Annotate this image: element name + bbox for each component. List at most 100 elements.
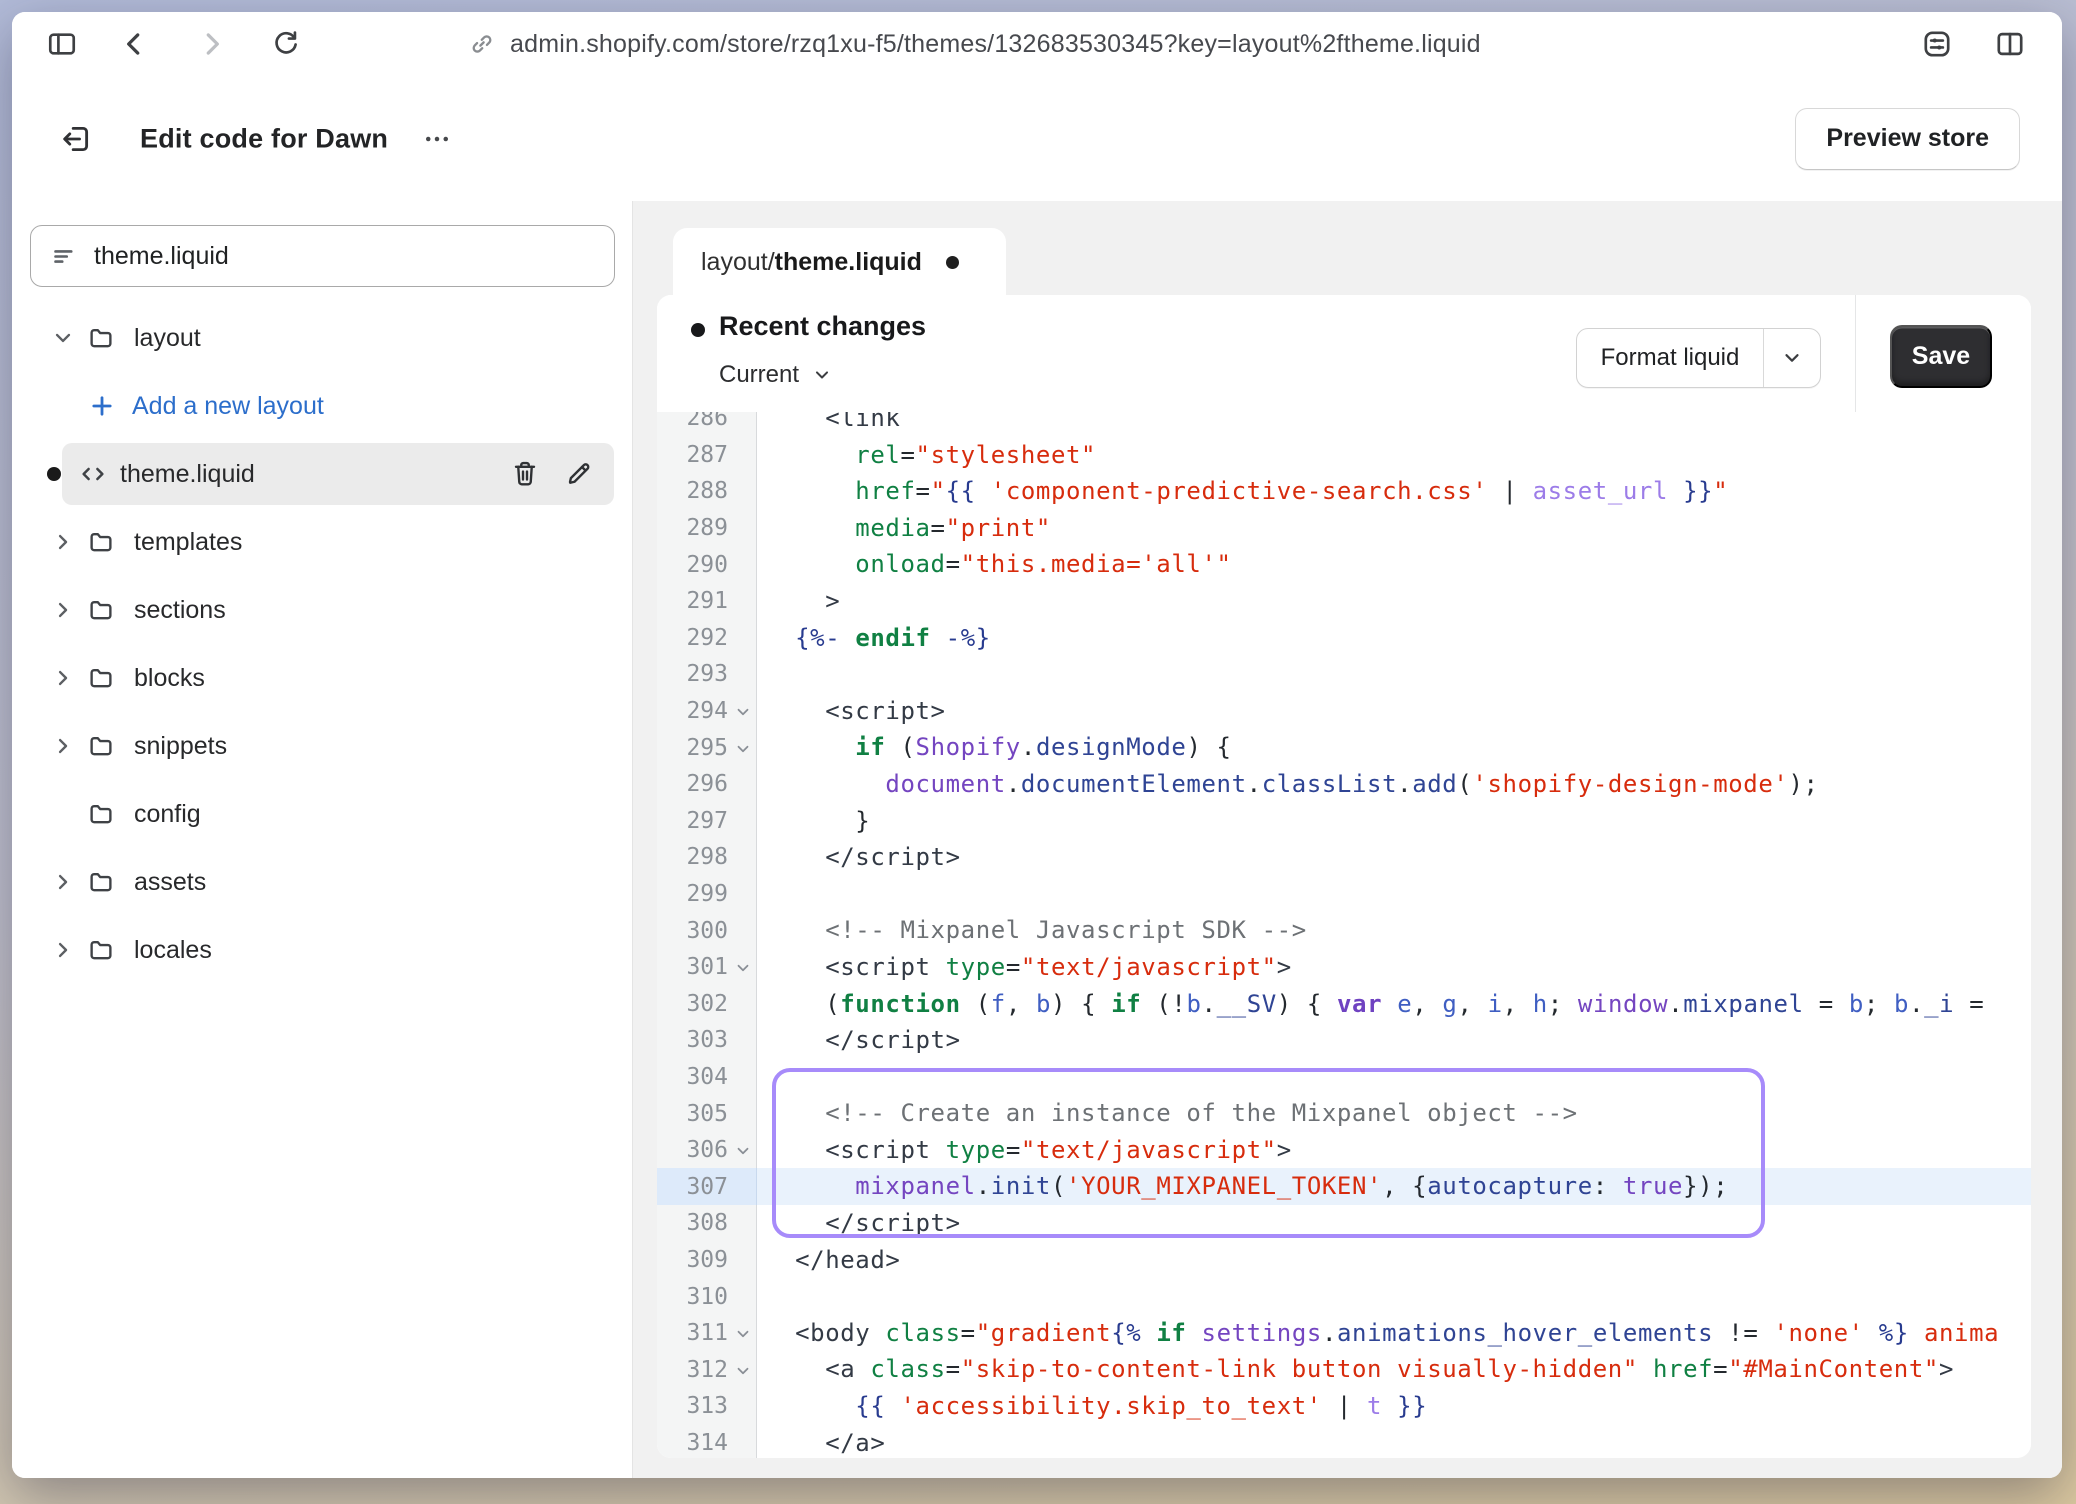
code-line-295[interactable]: 295 if (Shopify.designMode) { — [657, 729, 2031, 766]
sidebar-item-config[interactable]: config — [12, 780, 632, 848]
chevron-down-icon[interactable] — [50, 325, 76, 351]
code-line-306[interactable]: 306 <script type="text/javascript"> — [657, 1132, 2031, 1169]
code-line-314[interactable]: 314 </a> — [657, 1425, 2031, 1458]
code-text[interactable]: > — [757, 583, 2031, 620]
forward-icon[interactable] — [190, 22, 234, 66]
save-button[interactable]: Save — [1890, 325, 1992, 388]
code-text[interactable]: <body class="gradient{% if settings.anim… — [757, 1315, 2031, 1352]
code-text[interactable]: (function (f, b) { if (!b.__SV) { var e,… — [757, 986, 2031, 1023]
sidebar-item-theme-liquid[interactable]: theme.liquid — [12, 440, 632, 508]
code-text[interactable]: <script type="text/javascript"> — [757, 1132, 2031, 1169]
pencil-icon[interactable] — [564, 458, 596, 490]
page-settings-icon[interactable] — [1915, 22, 1959, 66]
fold-chevron-icon[interactable] — [734, 1325, 754, 1345]
preview-store-button[interactable]: Preview store — [1795, 108, 2020, 170]
code-line-310[interactable]: 310 — [657, 1278, 2031, 1315]
code-line-294[interactable]: 294 <script> — [657, 693, 2031, 730]
sidebar-item-assets[interactable]: assets — [12, 848, 632, 916]
code-text[interactable]: {%- endif -%} — [757, 620, 2031, 657]
exit-editor-icon[interactable] — [52, 115, 100, 163]
version-dropdown[interactable]: Current — [719, 361, 833, 389]
back-icon[interactable] — [112, 22, 156, 66]
code-text[interactable]: <a class="skip-to-content-link button vi… — [757, 1351, 2031, 1388]
sidebar-item-add-a-new-layout[interactable]: Add a new layout — [12, 372, 632, 440]
code-line-293[interactable]: 293 — [657, 656, 2031, 693]
code-line-311[interactable]: 311 <body class="gradient{% if settings.… — [657, 1315, 2031, 1352]
tab-path-prefix: layout/ — [701, 248, 775, 277]
code-text[interactable]: </script> — [757, 1205, 2031, 1242]
code-text[interactable]: </head> — [757, 1242, 2031, 1279]
code-line-289[interactable]: 289 media="print" — [657, 510, 2031, 547]
sidebar-item-locales[interactable]: locales — [12, 916, 632, 984]
chevron-right-icon[interactable] — [50, 733, 76, 759]
code-line-308[interactable]: 308 </script> — [657, 1205, 2031, 1242]
code-line-300[interactable]: 300 <!-- Mixpanel Javascript SDK --> — [657, 912, 2031, 949]
code-text[interactable]: } — [757, 803, 2031, 840]
fold-chevron-icon[interactable] — [734, 1142, 754, 1162]
fold-chevron-icon[interactable] — [734, 703, 754, 723]
file-search[interactable] — [30, 225, 615, 287]
trash-icon[interactable] — [510, 458, 542, 490]
code-line-309[interactable]: 309 </head> — [657, 1242, 2031, 1279]
sidebar-item-snippets[interactable]: snippets — [12, 712, 632, 780]
code-editor[interactable]: 286 <link287 rel="stylesheet"288 href="{… — [657, 412, 2031, 1458]
code-text[interactable]: {{ 'accessibility.skip_to_text' | t }} — [757, 1388, 2031, 1425]
code-text[interactable]: href="{{ 'component-predictive-search.cs… — [757, 473, 2031, 510]
code-line-302[interactable]: 302 (function (f, b) { if (!b.__SV) { va… — [657, 986, 2031, 1023]
code-line-291[interactable]: 291 > — [657, 583, 2031, 620]
code-text[interactable]: media="print" — [757, 510, 2031, 547]
code-text[interactable]: </script> — [757, 839, 2031, 876]
code-line-299[interactable]: 299 — [657, 876, 2031, 913]
code-text[interactable]: <link — [757, 412, 2031, 437]
code-line-305[interactable]: 305 <!-- Create an instance of the Mixpa… — [657, 1095, 2031, 1132]
chevron-right-icon[interactable] — [50, 937, 76, 963]
code-line-304[interactable]: 304 — [657, 1059, 2031, 1096]
chevron-right-icon[interactable] — [50, 597, 76, 623]
tab-theme-liquid[interactable]: layout/theme.liquid — [673, 228, 1006, 296]
sidebar-item-layout[interactable]: layout — [12, 304, 632, 372]
reload-icon[interactable] — [264, 22, 308, 66]
chevron-right-icon[interactable] — [50, 869, 76, 895]
code-line-286[interactable]: 286 <link — [657, 412, 2031, 437]
code-line-303[interactable]: 303 </script> — [657, 1022, 2031, 1059]
code-line-301[interactable]: 301 <script type="text/javascript"> — [657, 949, 2031, 986]
code-line-312[interactable]: 312 <a class="skip-to-content-link butto… — [657, 1351, 2031, 1388]
code-text[interactable]: <!-- Mixpanel Javascript SDK --> — [757, 912, 2031, 949]
code-text[interactable]: if (Shopify.designMode) { — [757, 729, 2031, 766]
chevron-right-icon[interactable] — [50, 529, 76, 555]
code-line-296[interactable]: 296 document.documentElement.classList.a… — [657, 766, 2031, 803]
code-text[interactable]: rel="stylesheet" — [757, 437, 2031, 474]
code-line-313[interactable]: 313 {{ 'accessibility.skip_to_text' | t … — [657, 1388, 2031, 1425]
fold-chevron-icon[interactable] — [734, 959, 754, 979]
code-text[interactable]: <!-- Create an instance of the Mixpanel … — [757, 1095, 2031, 1132]
sidebar-item-sections[interactable]: sections — [12, 576, 632, 644]
ellipsis-icon[interactable] — [412, 119, 462, 159]
code-text[interactable]: <script> — [757, 693, 2031, 730]
code-text[interactable]: </script> — [757, 1022, 2031, 1059]
sidebar-item-blocks[interactable]: blocks — [12, 644, 632, 712]
code-text[interactable]: onload="this.media='all'" — [757, 546, 2031, 583]
fold-chevron-icon[interactable] — [734, 1362, 754, 1382]
code-text[interactable]: document.documentElement.classList.add('… — [757, 766, 2031, 803]
code-text[interactable]: <script type="text/javascript"> — [757, 949, 2031, 986]
code-line-297[interactable]: 297 } — [657, 803, 2031, 840]
format-options-chevron-icon[interactable] — [1763, 329, 1820, 387]
url-text[interactable]: admin.shopify.com/store/rzq1xu-f5/themes… — [510, 30, 1481, 59]
code-line-288[interactable]: 288 href="{{ 'component-predictive-searc… — [657, 473, 2031, 510]
address-bar[interactable]: admin.shopify.com/store/rzq1xu-f5/themes… — [468, 12, 1481, 76]
sidebar-toggle-icon[interactable] — [40, 22, 84, 66]
folder-icon — [86, 663, 116, 693]
code-line-290[interactable]: 290 onload="this.media='all'" — [657, 546, 2031, 583]
code-text[interactable]: mixpanel.init('YOUR_MIXPANEL_TOKEN', {au… — [757, 1168, 2031, 1205]
format-liquid-button[interactable]: Format liquid — [1576, 328, 1821, 388]
sidebar-item-templates[interactable]: templates — [12, 508, 632, 576]
code-line-287[interactable]: 287 rel="stylesheet" — [657, 437, 2031, 474]
split-view-icon[interactable] — [1988, 22, 2032, 66]
code-text[interactable]: </a> — [757, 1425, 2031, 1458]
search-input[interactable] — [94, 242, 594, 271]
code-line-307[interactable]: 307 mixpanel.init('YOUR_MIXPANEL_TOKEN',… — [657, 1168, 2031, 1205]
chevron-right-icon[interactable] — [50, 665, 76, 691]
code-line-292[interactable]: 292 {%- endif -%} — [657, 620, 2031, 657]
code-line-298[interactable]: 298 </script> — [657, 839, 2031, 876]
fold-chevron-icon[interactable] — [734, 740, 754, 760]
